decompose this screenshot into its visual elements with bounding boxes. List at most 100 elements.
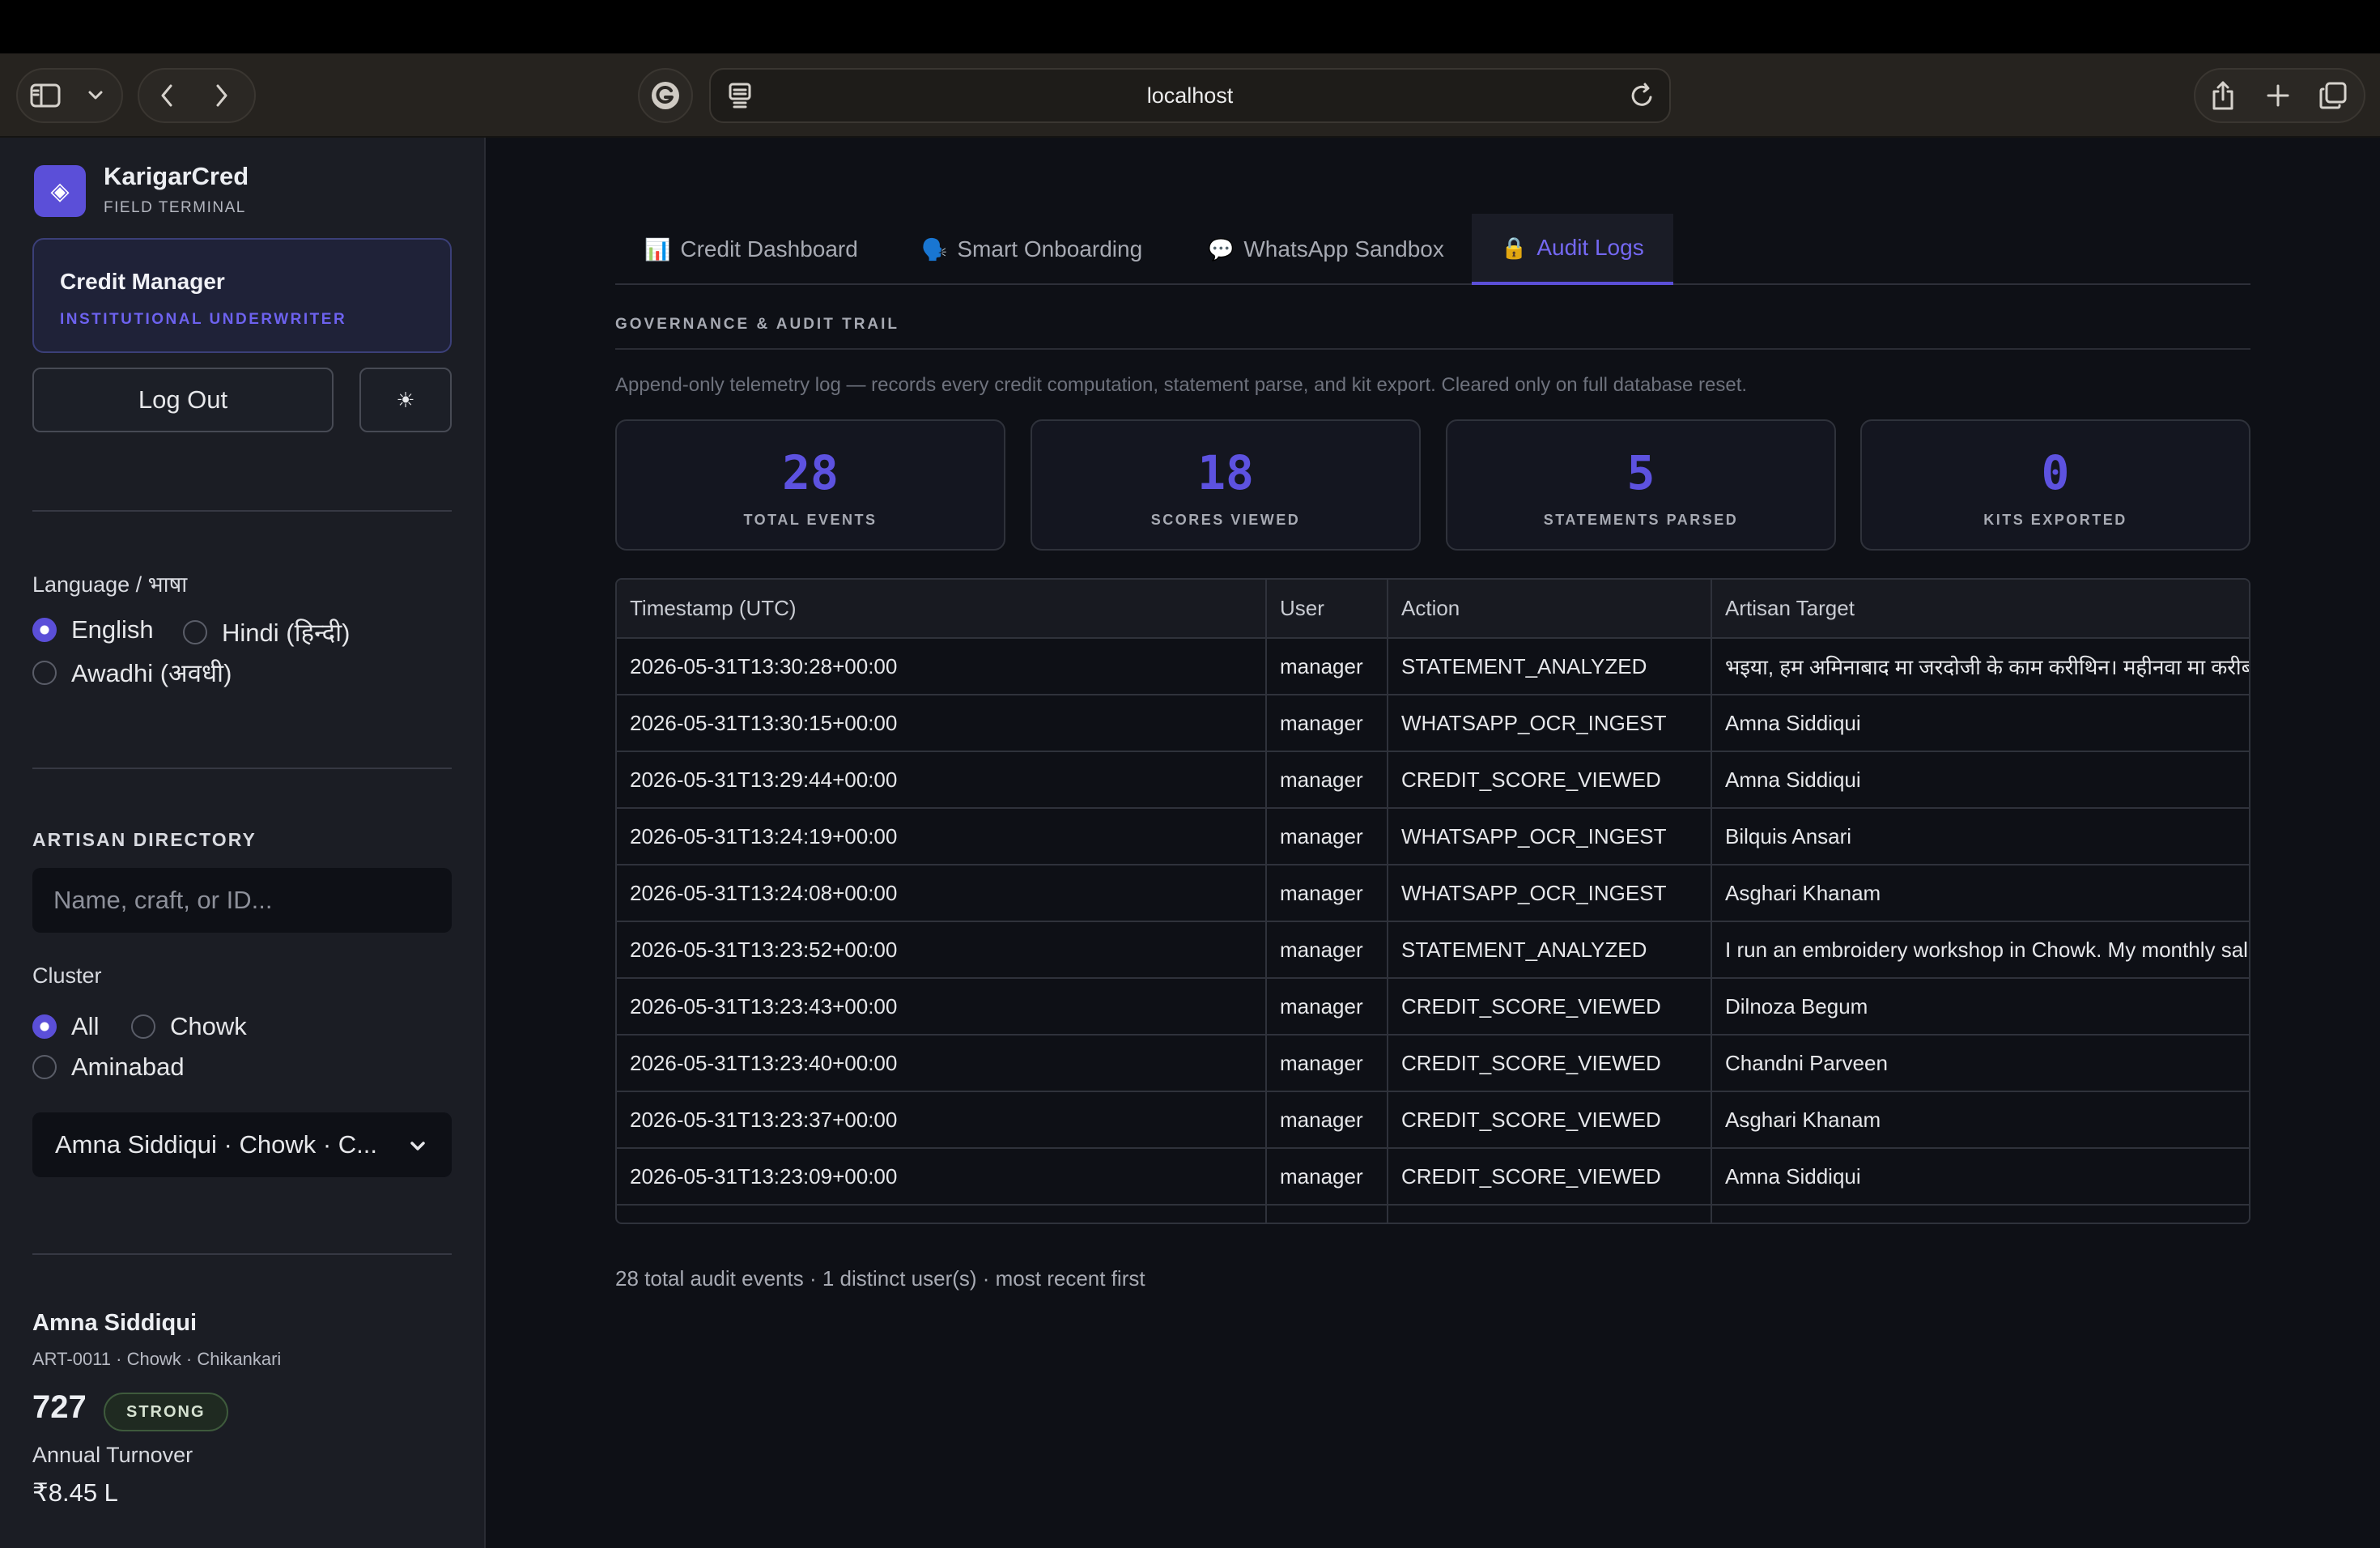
tab-label: Smart Onboarding	[957, 236, 1143, 262]
cell-action: WHATSAPP_OCR_INGEST	[1388, 695, 1712, 752]
speech-bubble-icon: 💬	[1208, 236, 1235, 262]
cluster-label: Cluster	[32, 963, 102, 988]
cell-timestamp: 2026-05-31T13:23:43+00:00	[617, 978, 1267, 1036]
cell-user: manager	[1266, 1091, 1388, 1149]
cell-artisan-target: Asghari Khanam	[1711, 1091, 2249, 1149]
cell-timestamp: 2026-05-31T13:23:52+00:00	[617, 921, 1267, 979]
table-row	[617, 1205, 2249, 1223]
radio-icon[interactable]	[32, 1055, 57, 1079]
cell-timestamp: 2026-05-31T13:23:09+00:00	[617, 1148, 1267, 1206]
cluster-option-chowk[interactable]: Chowk	[131, 1012, 247, 1041]
cell-user: manager	[1266, 978, 1388, 1036]
artisan-select-value: Amna Siddiqui · Chowk · C...	[55, 1130, 377, 1159]
column-header-user[interactable]: User	[1266, 580, 1388, 639]
cluster-option-label: All	[71, 1012, 100, 1040]
cell-timestamp: 2026-05-31T13:24:08+00:00	[617, 865, 1267, 922]
cluster-option-all[interactable]: All	[32, 1012, 99, 1041]
history-nav-group	[138, 68, 256, 123]
table-row: 2026-05-31T13:23:52+00:00 manager STATEMEN…	[617, 921, 2249, 979]
language-option-label: English	[71, 615, 154, 644]
kpi-card-statements-parsed: 5 STATEMENTS PARSED	[1446, 419, 1836, 551]
radio-selected-icon[interactable]	[32, 1014, 57, 1039]
tab-whatsapp-sandbox[interactable]: 💬 WhatsApp Sandbox	[1179, 214, 1473, 285]
grammarly-extension-icon[interactable]	[638, 68, 693, 123]
theme-toggle-button[interactable]: ☀	[359, 368, 452, 432]
reload-icon[interactable]	[1629, 81, 1656, 114]
tab-smart-onboarding[interactable]: 🗣️ Smart Onboarding	[892, 214, 1171, 285]
cell-action: CREDIT_SCORE_VIEWED	[1388, 978, 1712, 1036]
column-header-action[interactable]: Action	[1388, 580, 1712, 639]
kpi-label: SCORES VIEWED	[1150, 512, 1301, 528]
kpi-value: 5	[1626, 445, 1655, 500]
table-row: 2026-05-31T13:30:28+00:00 manager STATEMEN…	[617, 638, 2249, 695]
table-row: 2026-05-31T13:23:43+00:00 manager CREDIT_S…	[617, 978, 2249, 1036]
sidebar-toggle-group[interactable]	[16, 68, 123, 123]
language-option-english[interactable]: English	[32, 615, 154, 644]
cell-user: manager	[1266, 921, 1388, 979]
language-option-hindi[interactable]: Hindi (हिन्दी)	[183, 615, 350, 649]
column-header-timestamp[interactable]: Timestamp (UTC)	[617, 580, 1267, 639]
cell-artisan-target: Bilquis Ansari	[1711, 808, 2249, 865]
kpi-value: 0	[2041, 445, 2070, 500]
table-row: 2026-05-31T13:24:08+00:00 manager WHATSAPP…	[617, 865, 2249, 922]
table-row: 2026-05-31T13:23:40+00:00 manager CREDIT_S…	[617, 1035, 2249, 1092]
new-tab-icon[interactable]	[2250, 70, 2306, 121]
tab-label: WhatsApp Sandbox	[1243, 236, 1444, 262]
cell-timestamp: 2026-05-31T13:30:15+00:00	[617, 695, 1267, 752]
turnover-value: ₹8.45 L	[32, 1478, 118, 1507]
browser-toolbar: localhost	[0, 53, 2380, 138]
cell-timestamp: 2026-05-31T13:23:40+00:00	[617, 1035, 1267, 1092]
section-divider	[615, 348, 2250, 350]
app-subtitle: FIELD TERMINAL	[104, 199, 246, 216]
column-header-artisan-target[interactable]: Artisan Target	[1711, 580, 2249, 639]
cluster-option-aminabad[interactable]: Aminabad	[32, 1053, 185, 1082]
back-arrow-icon[interactable]	[139, 70, 194, 121]
cell-user: manager	[1266, 751, 1388, 809]
tab-overview-icon[interactable]	[2306, 70, 2361, 121]
window-actions-group	[2194, 68, 2365, 123]
chevron-down-icon	[408, 1133, 427, 1163]
sidebar-icon[interactable]	[18, 70, 73, 121]
radio-icon[interactable]	[131, 1014, 155, 1039]
cell-action: STATEMENT_ANALYZED	[1388, 638, 1712, 695]
artisan-search-input[interactable]	[32, 868, 452, 933]
tab-credit-dashboard[interactable]: 📊 Credit Dashboard	[615, 214, 887, 285]
kpi-value: 28	[782, 445, 839, 500]
artisan-directory-heading: ARTISAN DIRECTORY	[32, 829, 257, 850]
table-row: 2026-05-31T13:24:19+00:00 manager WHATSAPP…	[617, 808, 2249, 865]
audit-log-table[interactable]: Timestamp (UTC) User Action Artisan Targ…	[615, 578, 2250, 1224]
artisan-select[interactable]: Amna Siddiqui · Chowk · C...	[32, 1112, 452, 1177]
cell-action: WHATSAPP_OCR_INGEST	[1388, 865, 1712, 922]
kpi-label: TOTAL EVENTS	[743, 512, 878, 528]
forward-arrow-icon[interactable]	[194, 70, 249, 121]
chevron-down-icon[interactable]	[73, 70, 118, 121]
artisan-name: Amna Siddiqui	[32, 1310, 197, 1336]
radio-selected-icon[interactable]	[32, 618, 57, 642]
language-option-label: Hindi (हिन्दी)	[222, 619, 351, 647]
app-name: KarigarCred	[104, 162, 249, 190]
cell-action: STATEMENT_ANALYZED	[1388, 921, 1712, 979]
audit-summary-text: 28 total audit events · 1 distinct user(…	[615, 1266, 1145, 1291]
url-text[interactable]: localhost	[711, 70, 1669, 121]
language-option-awadhi[interactable]: Awadhi (अवधी)	[32, 656, 232, 690]
table-row: 2026-05-31T13:30:15+00:00 manager WHATSAPP…	[617, 695, 2249, 752]
cell-timestamp: 2026-05-31T13:30:28+00:00	[617, 638, 1267, 695]
share-icon[interactable]	[2195, 70, 2250, 121]
chart-icon: 📊	[644, 236, 671, 262]
section-heading: GOVERNANCE & AUDIT TRAIL	[615, 316, 900, 333]
cell-action: CREDIT_SCORE_VIEWED	[1388, 1091, 1712, 1149]
radio-icon[interactable]	[183, 620, 207, 644]
address-bar[interactable]: localhost	[709, 68, 1671, 123]
tab-label: Credit Dashboard	[680, 236, 858, 262]
cell-artisan-target: Amna Siddiqui	[1711, 695, 2249, 752]
tab-audit-logs[interactable]: 🔒 Audit Logs	[1472, 214, 1673, 285]
cell-action: CREDIT_SCORE_VIEWED	[1388, 751, 1712, 809]
cell-artisan-target: भइया, हम अमिनाबाद मा जरदोजी के काम करीथि…	[1711, 638, 2249, 695]
turnover-label: Annual Turnover	[32, 1443, 193, 1467]
logout-button[interactable]: Log Out	[32, 368, 334, 432]
artisan-meta: ART-0011 · Chowk · Chikankari	[32, 1349, 282, 1369]
radio-icon[interactable]	[32, 661, 57, 685]
divider	[32, 510, 452, 512]
table-row: 2026-05-31T13:29:44+00:00 manager CREDIT_S…	[617, 751, 2249, 809]
section-description: Append-only telemetry log — records ever…	[615, 374, 1748, 396]
